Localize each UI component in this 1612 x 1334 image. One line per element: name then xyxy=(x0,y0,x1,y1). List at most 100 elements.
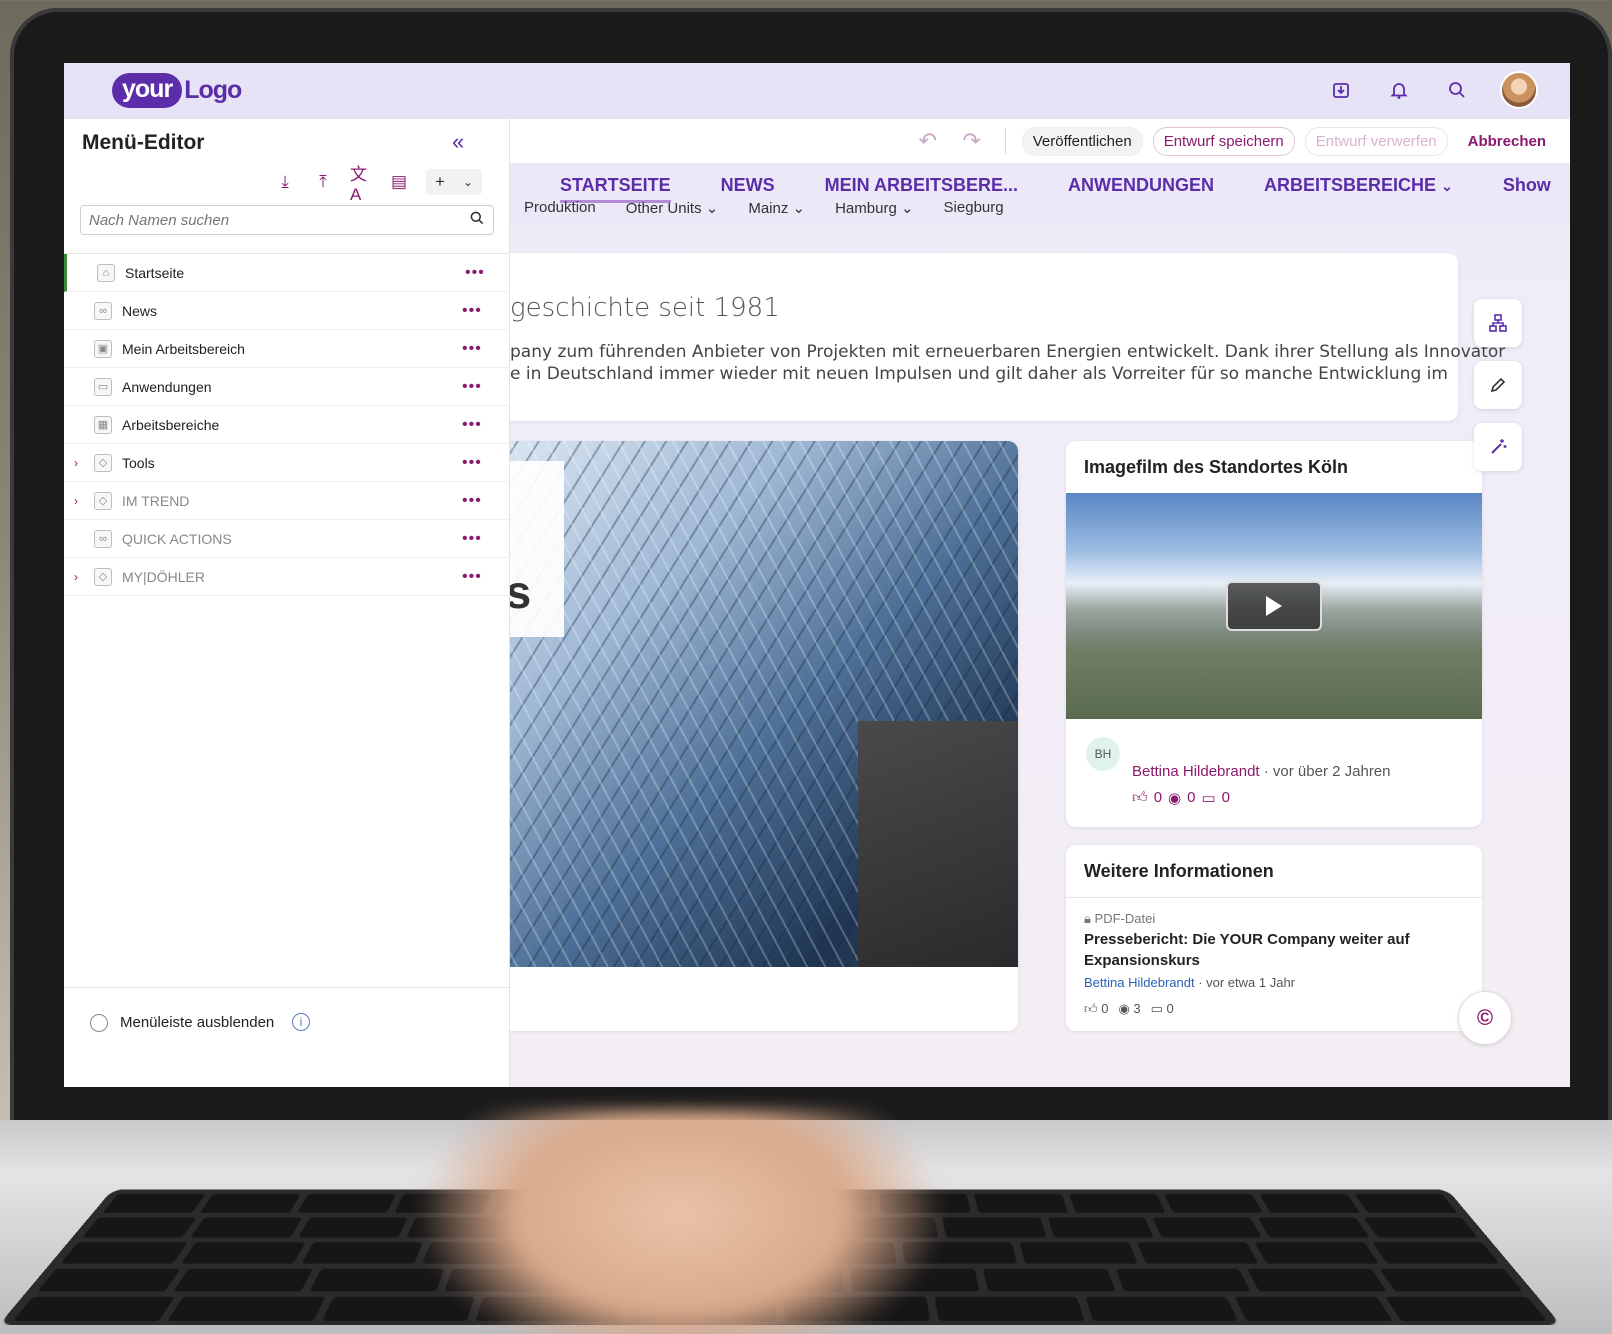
info-card: Weitere Informationen 🔒︎ PDF-Datei Press… xyxy=(1066,845,1482,1031)
video-likes: 0 xyxy=(1153,789,1163,806)
video-card-title: Imagefilm des Standortes Köln xyxy=(1084,457,1349,477)
menu-item-anwendungen[interactable]: ▭ Anwendungen ••• xyxy=(64,368,510,406)
image-card[interactable]: es xyxy=(480,441,1018,1031)
add-menu-button[interactable]: + ⌄ xyxy=(426,169,482,195)
more-options-icon[interactable]: ••• xyxy=(462,530,482,548)
bell-icon[interactable] xyxy=(1384,75,1414,105)
subnav-mainz[interactable]: Mainz ⌄ xyxy=(748,199,805,217)
nav-show[interactable]: Show xyxy=(1503,175,1551,203)
user-avatar[interactable] xyxy=(1500,71,1538,109)
top-bar: your Logo xyxy=(64,63,1570,119)
undo-icon[interactable]: ↶ xyxy=(911,128,945,154)
menu-item-tools[interactable]: › ◇ Tools ••• xyxy=(64,444,510,482)
video-thumbnail[interactable] xyxy=(1066,493,1482,719)
pencil-icon[interactable] xyxy=(1474,361,1522,409)
menu-item-label: News xyxy=(122,302,158,319)
menu-item-startseite[interactable]: ⌂ Startseite ••• xyxy=(64,254,510,292)
plus-icon: + xyxy=(435,172,445,191)
video-comments: 0 xyxy=(1221,789,1230,806)
collapse-icon[interactable]: « xyxy=(452,129,464,155)
menu-search-input[interactable] xyxy=(89,211,469,229)
info-icon[interactable]: i xyxy=(292,1013,310,1031)
save-draft-button[interactable]: Entwurf speichern xyxy=(1152,126,1295,156)
translate-icon[interactable]: 文A xyxy=(350,165,372,204)
magic-wand-icon[interactable] xyxy=(1474,423,1522,471)
nav-anwendungen[interactable]: ANWENDUNGEN xyxy=(1068,175,1214,203)
chevron-right-icon[interactable]: › xyxy=(74,570,78,584)
search-icon[interactable] xyxy=(1442,75,1472,105)
video-author-name[interactable]: Bettina Hildebrandt xyxy=(1132,763,1260,780)
more-options-icon[interactable]: ••• xyxy=(462,492,482,510)
views-icon: ◉ xyxy=(1168,790,1182,807)
history-line-1: pany zum führenden Anbieter von Projekte… xyxy=(510,342,1506,362)
author-avatar: BH xyxy=(1086,737,1120,771)
info-comments: 0 xyxy=(1166,1001,1174,1016)
nav-arbeitsbereiche[interactable]: ARBEITSBEREICHE ⌄ xyxy=(1264,175,1453,203)
more-options-icon[interactable]: ••• xyxy=(462,568,482,586)
pdf-type: PDF-Datei xyxy=(1094,911,1156,926)
menu-search xyxy=(80,205,494,235)
more-options-icon[interactable]: ••• xyxy=(465,264,485,282)
diamond-icon: ◇ xyxy=(94,453,112,472)
sitemap-icon[interactable] xyxy=(1474,299,1522,347)
more-options-icon[interactable]: ••• xyxy=(462,416,482,434)
diamond-icon: ◇ xyxy=(94,567,112,586)
chevron-right-icon[interactable]: › xyxy=(74,494,78,508)
page-content: geschichte seit 1981 pany zum führenden … xyxy=(480,223,1570,1087)
chevron-down-icon: ⌄ xyxy=(900,200,914,217)
more-options-icon[interactable]: ••• xyxy=(462,302,482,320)
subnav-siegburg[interactable]: Siegburg xyxy=(944,199,1004,217)
user-page-icon: ▣ xyxy=(94,339,112,358)
info-views: 3 xyxy=(1133,1001,1141,1016)
subnav-other-units[interactable]: Other Units ⌄ xyxy=(626,199,719,217)
brand-logo[interactable]: your Logo xyxy=(112,73,242,108)
menu-item-arbeitsbereiche[interactable]: ▦ Arbeitsbereiche ••• xyxy=(64,406,510,444)
chevron-right-icon[interactable]: › xyxy=(74,456,78,470)
subnav-hamburg-label: Hamburg xyxy=(835,200,897,217)
menu-item-news[interactable]: ∞ News ••• xyxy=(64,292,510,330)
link-icon: ∞ xyxy=(94,301,112,320)
redo-icon[interactable]: ↷ xyxy=(955,128,989,154)
subnav-produktion[interactable]: Produktion xyxy=(524,199,596,217)
play-button[interactable] xyxy=(1226,581,1322,631)
comment-icon[interactable]: ▭ 0 xyxy=(1151,1001,1174,1017)
menu-editor-sidebar: Menü-Editor « ⤓ ⤒ 文A ▤ + ⌄ ⌂ Startseite … xyxy=(64,119,510,1087)
menu-item-im-trend[interactable]: › ◇ IM TREND ••• xyxy=(64,482,510,520)
pdf-title[interactable]: Pressebericht: Die YOUR Company weiter a… xyxy=(1084,929,1444,971)
chevron-down-icon: ⌄ xyxy=(705,200,719,217)
video-card: Imagefilm des Standortes Köln BH Bettina… xyxy=(1066,441,1482,827)
chevron-down-icon: ⌄ xyxy=(462,175,473,189)
video-stats: 👍︎ 0 ◉ 0 ▭ 0 xyxy=(1132,789,1230,807)
menu-item-mein-arbeitsbereich[interactable]: ▣ Mein Arbeitsbereich ••• xyxy=(64,330,510,368)
hide-menu-radio[interactable] xyxy=(90,1014,108,1032)
list-view-icon[interactable]: ▤ xyxy=(388,171,410,193)
download-icon[interactable]: ⤓ xyxy=(274,171,296,193)
discard-draft-button[interactable]: Entwurf verwerfen xyxy=(1304,126,1448,156)
upload-icon[interactable]: ⤒ xyxy=(312,171,334,193)
more-options-icon[interactable]: ••• xyxy=(462,378,482,396)
logo-pill: your xyxy=(112,73,183,108)
cancel-button[interactable]: Abbrechen xyxy=(1458,128,1556,155)
inbox-icon[interactable] xyxy=(1326,75,1356,105)
video-time: · vor über 2 Jahren xyxy=(1259,763,1391,780)
publish-button[interactable]: Veröffentlichen xyxy=(1021,126,1143,156)
menu-item-label: Tools xyxy=(122,454,155,471)
menu-item-my-doehler[interactable]: › ◇ MY|DÖHLER ••• xyxy=(64,558,510,596)
info-time: · vor etwa 1 Jahr xyxy=(1194,975,1296,990)
editor-toolbar: ↶ ↷ Veröffentlichen Entwurf speichern En… xyxy=(510,119,1570,163)
more-options-icon[interactable]: ••• xyxy=(462,454,482,472)
toolbar-divider xyxy=(1004,128,1006,154)
subnav-hamburg[interactable]: Hamburg ⌄ xyxy=(835,199,913,217)
history-text: pany zum führenden Anbieter von Projekte… xyxy=(510,341,1506,385)
views-icon: ◉ 3 xyxy=(1118,1001,1141,1016)
info-author-name[interactable]: Bettina Hildebrandt xyxy=(1084,975,1195,990)
workspace-icon: ▦ xyxy=(94,415,112,434)
more-options-icon[interactable]: ••• xyxy=(462,340,482,358)
app-icon: ▭ xyxy=(94,377,112,396)
search-icon[interactable] xyxy=(469,210,485,231)
chat-assistant-button[interactable]: © xyxy=(1458,991,1512,1045)
comment-icon[interactable]: ▭ xyxy=(1201,789,1215,807)
like-icon[interactable]: 👍︎ xyxy=(1132,789,1148,807)
like-icon[interactable]: 👍︎ 0 xyxy=(1084,1001,1108,1017)
menu-item-quick-actions[interactable]: ∞ QUICK ACTIONS ••• xyxy=(64,520,510,558)
